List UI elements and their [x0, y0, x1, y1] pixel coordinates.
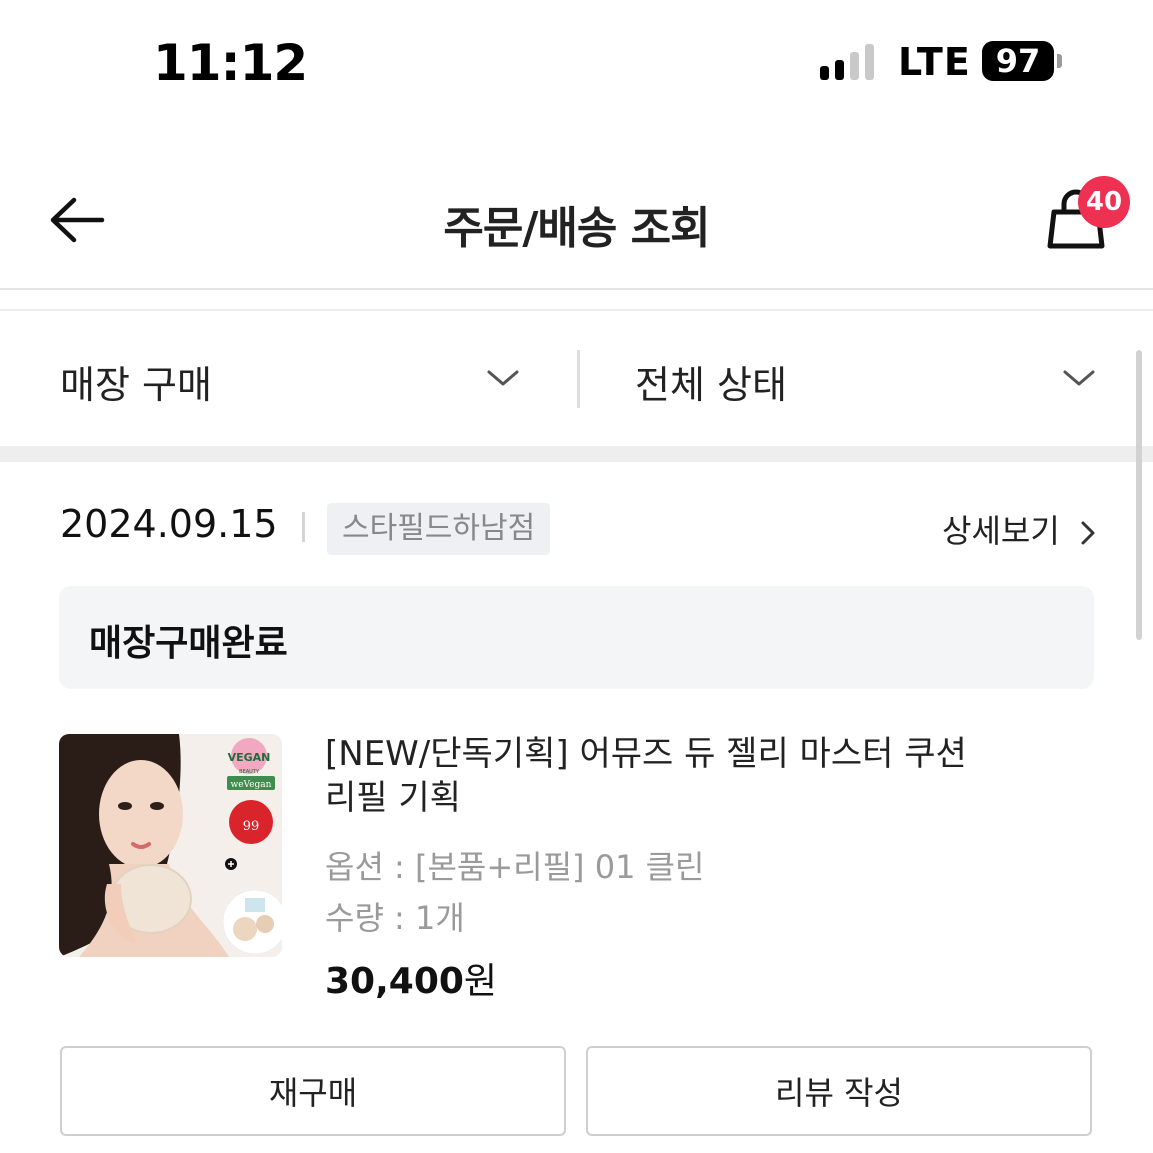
- network-type: LTE: [898, 40, 971, 84]
- status-dropdown[interactable]: 전체 상태: [580, 330, 1120, 426]
- purchase-type-dropdown[interactable]: 매장 구매: [0, 330, 577, 426]
- product-quantity: 수량 : 1개: [325, 899, 465, 937]
- order-detail-link[interactable]: 상세보기: [942, 506, 1096, 552]
- product-photo: VEGAN BEAUTY weVegan 99: [59, 734, 282, 957]
- product-option: 옵션 : [본품+리필] 01 클린: [325, 848, 705, 886]
- price-currency: 원: [463, 961, 498, 1002]
- scrollbar[interactable]: [1136, 350, 1142, 640]
- divider: [302, 512, 305, 542]
- chevron-down-icon: [1063, 370, 1095, 386]
- clock: 11:12: [153, 34, 308, 92]
- order-status-box: 매장구매완료: [59, 586, 1094, 689]
- purchase-type-label: 매장 구매: [60, 363, 212, 407]
- vegan-badge-subtext: BEAUTY: [239, 769, 260, 775]
- chevron-down-icon: [487, 370, 519, 386]
- battery-tip: [1057, 54, 1062, 68]
- vegan-badge-text: VEGAN: [228, 751, 271, 764]
- detail-label: 상세보기: [942, 512, 1060, 550]
- rebuy-button[interactable]: 재구매: [60, 1046, 566, 1136]
- section-separator: [0, 446, 1153, 462]
- divider: [0, 309, 1153, 311]
- divider: [0, 288, 1153, 290]
- status-filter-label: 전체 상태: [635, 363, 787, 407]
- product-price: 30,400원: [325, 952, 497, 1004]
- order-status: 매장구매완료: [89, 623, 288, 664]
- product-name[interactable]: [NEW/단독기획] 어뮤즈 듀 젤리 마스터 쿠션 리필 기획: [325, 732, 1005, 820]
- wevegan-badge-text: weVegan: [231, 780, 272, 790]
- signal-icon: [820, 44, 880, 80]
- app-header: 주문/배송 조회: [0, 160, 1153, 288]
- status-bar: 11:12 LTE 97: [0, 0, 1153, 125]
- price-value: 30,400: [325, 961, 464, 1002]
- page-title: 주문/배송 조회: [443, 203, 710, 254]
- cart-count-badge: 40: [1078, 176, 1130, 228]
- product-image[interactable]: VEGAN BEAUTY weVegan 99: [59, 734, 282, 957]
- chevron-right-icon: [1081, 521, 1095, 545]
- number-badge-text: 99: [243, 819, 260, 834]
- order-date: 2024.09.15: [60, 502, 278, 546]
- store-tag: 스타필드하남점: [327, 503, 551, 555]
- battery-icon: 97: [982, 41, 1054, 81]
- write-review-button[interactable]: 리뷰 작성: [586, 1046, 1092, 1136]
